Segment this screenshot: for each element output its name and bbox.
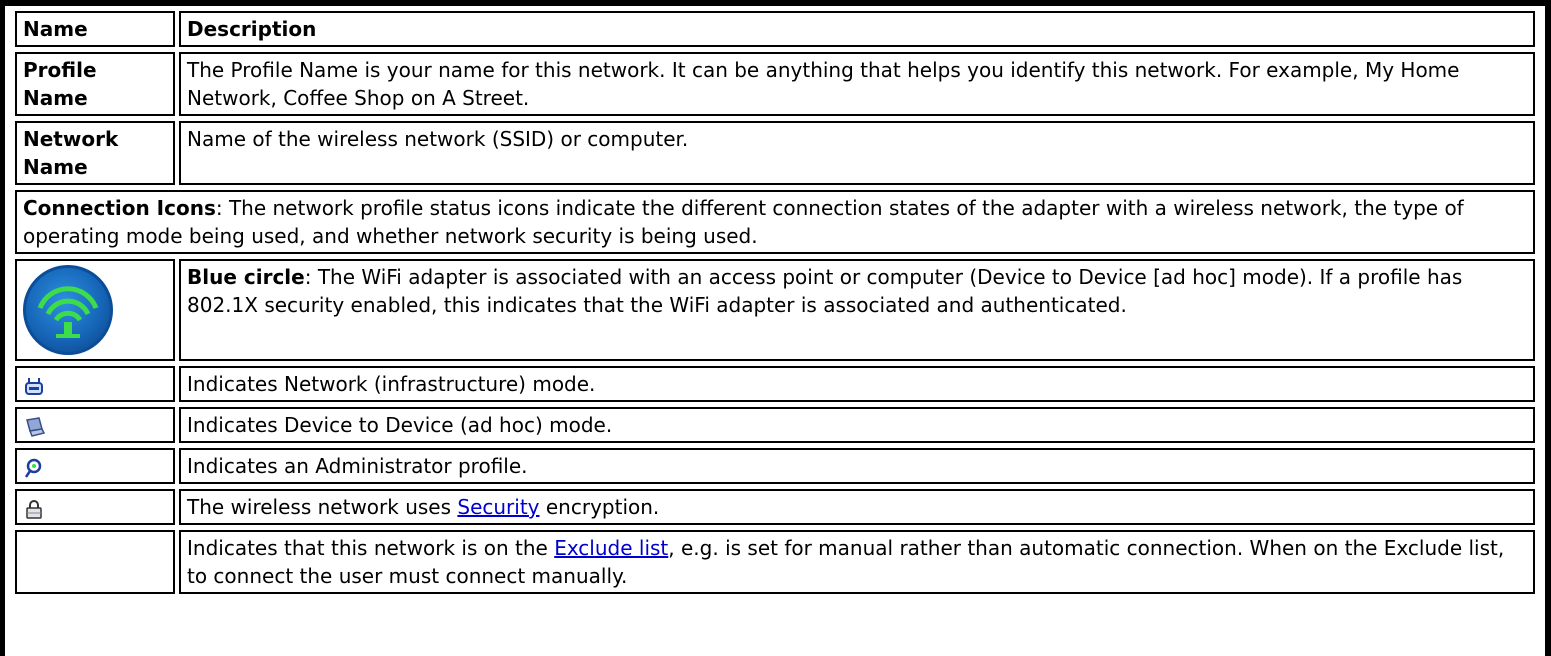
icon-cell-infrastructure — [15, 366, 175, 402]
row-name-profile-name: Profile Name — [15, 52, 175, 116]
security-text-after: encryption. — [539, 495, 660, 519]
table-header-row: Name Description — [15, 11, 1535, 47]
row-desc-infrastructure: Indicates Network (infrastructure) mode. — [179, 366, 1535, 402]
row-name-network-name: Network Name — [15, 121, 175, 185]
exclude-list-link[interactable]: Exclude list — [554, 536, 668, 560]
header-name: Name — [15, 11, 175, 47]
row-desc-network-name: Name of the wireless network (SSID) or c… — [179, 121, 1535, 185]
blue-circle-label: Blue circle — [187, 265, 305, 289]
header-description: Description — [179, 11, 1535, 47]
table-row: Indicates Device to Device (ad hoc) mode… — [15, 407, 1535, 443]
connection-icons-text: : The network profile status icons indic… — [23, 196, 1464, 248]
icon-cell-adhoc — [15, 407, 175, 443]
row-desc-adhoc: Indicates Device to Device (ad hoc) mode… — [179, 407, 1535, 443]
security-text-before: The wireless network uses — [187, 495, 458, 519]
table-row: Network Name Name of the wireless networ… — [15, 121, 1535, 185]
connection-icons-cell: Connection Icons: The network profile st… — [15, 190, 1535, 254]
laptop-adhoc-icon — [26, 416, 45, 437]
icon-cell-security — [15, 489, 175, 525]
blue-circle-text: : The WiFi adapter is associated with an… — [187, 265, 1463, 317]
exclude-text-before: Indicates that this network is on the — [187, 536, 555, 560]
icon-cell-blue-circle — [15, 259, 175, 361]
row-desc-admin: Indicates an Administrator profile. — [179, 448, 1535, 484]
network-profile-table: Name Description Profile Name The Profil… — [11, 6, 1539, 599]
row-desc-exclude: Indicates that this network is on the Ex… — [179, 530, 1535, 594]
row-desc-blue-circle: Blue circle: The WiFi adapter is associa… — [179, 259, 1535, 361]
document-page: Name Description Profile Name The Profil… — [0, 0, 1551, 656]
network-infrastructure-icon — [25, 377, 43, 395]
icon-cell-admin — [15, 448, 175, 484]
table-row: Blue circle: The WiFi adapter is associa… — [15, 259, 1535, 361]
row-desc-profile-name: The Profile Name is your name for this n… — [179, 52, 1535, 116]
table-row: The wireless network uses Security encry… — [15, 489, 1535, 525]
lock-icon — [26, 499, 42, 519]
connection-icons-title: Connection Icons — [23, 196, 216, 220]
row-desc-security: The wireless network uses Security encry… — [179, 489, 1535, 525]
icon-cell-exclude — [15, 530, 175, 594]
table-row: Indicates that this network is on the Ex… — [15, 530, 1535, 594]
table-row: Profile Name The Profile Name is your na… — [15, 52, 1535, 116]
table-row: Indicates Network (infrastructure) mode. — [15, 366, 1535, 402]
security-link[interactable]: Security — [457, 495, 539, 519]
table-row: Indicates an Administrator profile. — [15, 448, 1535, 484]
administrator-profile-icon — [24, 458, 42, 478]
connection-icons-row: Connection Icons: The network profile st… — [15, 190, 1535, 254]
wifi-signal-blue-circle-icon — [23, 265, 113, 355]
